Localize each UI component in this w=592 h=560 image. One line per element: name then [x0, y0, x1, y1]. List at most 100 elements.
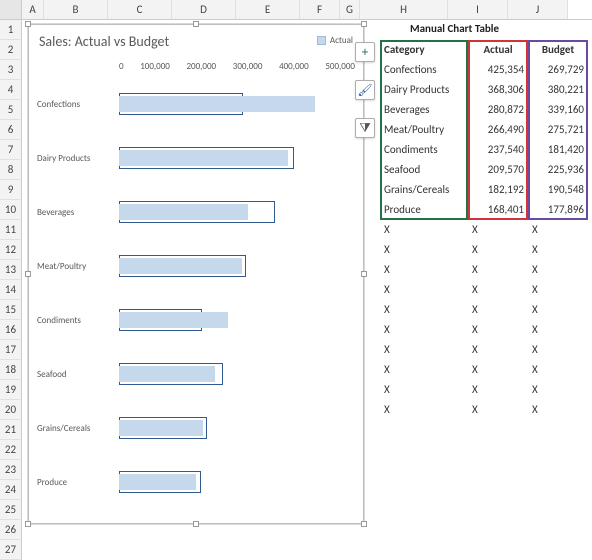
table-row-placeholder[interactable]: XXX — [380, 360, 590, 380]
row-header-8[interactable]: 8 — [0, 160, 22, 180]
cell-category[interactable]: Seafood — [380, 160, 468, 180]
row-header-21[interactable]: 21 — [0, 420, 22, 440]
cell-placeholder[interactable]: X — [468, 400, 528, 420]
bar-actual[interactable] — [119, 312, 228, 328]
chart-styles-button[interactable]: 🖌 — [355, 80, 375, 100]
cell-placeholder[interactable]: X — [380, 400, 468, 420]
row-header-9[interactable]: 9 — [0, 180, 22, 200]
bar-actual[interactable] — [119, 474, 196, 490]
cell-actual[interactable]: 280,872 — [468, 100, 528, 120]
table-row-placeholder[interactable]: XXX — [380, 340, 590, 360]
row-header-23[interactable]: 23 — [0, 460, 22, 480]
table-row-placeholder[interactable]: XXX — [380, 320, 590, 340]
resize-handle[interactable] — [25, 521, 31, 527]
bar-actual[interactable] — [119, 96, 315, 112]
col-header-I[interactable]: I — [448, 0, 508, 19]
row-header-25[interactable]: 25 — [0, 500, 22, 520]
bar-actual[interactable] — [119, 204, 248, 220]
cell-placeholder[interactable]: X — [380, 220, 468, 240]
row-header-18[interactable]: 18 — [0, 360, 22, 380]
table-row-placeholder[interactable]: XXX — [380, 260, 590, 280]
cell-category[interactable]: Condiments — [380, 140, 468, 160]
cell-actual[interactable]: 266,490 — [468, 120, 528, 140]
row-header-27[interactable]: 27 — [0, 540, 22, 560]
table-row[interactable]: Condiments237,540181,420 — [380, 140, 590, 160]
table-row[interactable]: Meat/Poultry266,490275,721 — [380, 120, 590, 140]
col-header-C[interactable]: C — [108, 0, 172, 19]
chart-title[interactable]: Sales: Actual vs Budget — [39, 33, 169, 50]
row-header-17[interactable]: 17 — [0, 340, 22, 360]
cell-placeholder[interactable]: X — [528, 280, 588, 300]
cell-budget[interactable]: 339,160 — [528, 100, 588, 120]
table-row[interactable]: Grains/Cereals182,192190,548 — [380, 180, 590, 200]
row-header-11[interactable]: 11 — [0, 220, 22, 240]
row-header-2[interactable]: 2 — [0, 40, 22, 60]
cell-category[interactable]: Meat/Poultry — [380, 120, 468, 140]
row-header-12[interactable]: 12 — [0, 240, 22, 260]
row-header-7[interactable]: 7 — [0, 140, 22, 160]
cell-placeholder[interactable]: X — [468, 340, 528, 360]
cell-placeholder[interactable]: X — [468, 380, 528, 400]
chart-legend[interactable]: Actual — [317, 35, 353, 46]
resize-handle[interactable] — [25, 271, 31, 277]
row-header-3[interactable]: 3 — [0, 60, 22, 80]
cell-placeholder[interactable]: X — [380, 280, 468, 300]
col-header-G[interactable]: G — [340, 0, 360, 19]
cell-actual[interactable]: 182,192 — [468, 180, 528, 200]
table-row-placeholder[interactable]: XXX — [380, 400, 590, 420]
cell-placeholder[interactable]: X — [468, 280, 528, 300]
chart-element-add-button[interactable]: + — [355, 42, 375, 62]
cell-placeholder[interactable]: X — [468, 300, 528, 320]
worksheet-grid[interactable]: Sales: Actual vs Budget Actual 0 100,000… — [22, 20, 592, 542]
row-header-10[interactable]: 10 — [0, 200, 22, 220]
cell-budget[interactable]: 225,936 — [528, 160, 588, 180]
row-header-5[interactable]: 5 — [0, 100, 22, 120]
cell-actual[interactable]: 237,540 — [468, 140, 528, 160]
embedded-chart[interactable]: Sales: Actual vs Budget Actual 0 100,000… — [28, 24, 364, 524]
cell-budget[interactable]: 181,420 — [528, 140, 588, 160]
header-budget[interactable]: Budget — [528, 40, 588, 60]
row-header-26[interactable]: 26 — [0, 520, 22, 540]
select-all-corner[interactable] — [0, 0, 22, 19]
cell-placeholder[interactable]: X — [380, 360, 468, 380]
cell-placeholder[interactable]: X — [380, 300, 468, 320]
cell-actual[interactable]: 425,354 — [468, 60, 528, 80]
cell-placeholder[interactable]: X — [528, 360, 588, 380]
col-header-J[interactable]: J — [508, 0, 568, 19]
table-row[interactable]: Dairy Products368,306380,221 — [380, 80, 590, 100]
bar-actual[interactable] — [119, 150, 288, 166]
cell-budget[interactable]: 275,721 — [528, 120, 588, 140]
cell-placeholder[interactable]: X — [380, 260, 468, 280]
row-header-4[interactable]: 4 — [0, 80, 22, 100]
bar-actual[interactable] — [119, 420, 203, 436]
table-row-placeholder[interactable]: XXX — [380, 220, 590, 240]
cell-budget[interactable]: 177,896 — [528, 200, 588, 220]
cell-placeholder[interactable]: X — [528, 400, 588, 420]
col-header-E[interactable]: E — [236, 0, 300, 19]
resize-handle[interactable] — [361, 21, 367, 27]
cell-category[interactable]: Confections — [380, 60, 468, 80]
cell-category[interactable]: Beverages — [380, 100, 468, 120]
row-header-20[interactable]: 20 — [0, 400, 22, 420]
chart-plot-area[interactable]: ConfectionsDairy ProductsBeveragesMeat/P… — [37, 79, 355, 513]
table-row-placeholder[interactable]: XXX — [380, 280, 590, 300]
cell-placeholder[interactable]: X — [528, 260, 588, 280]
cell-actual[interactable]: 368,306 — [468, 80, 528, 100]
cell-category[interactable]: Produce — [380, 200, 468, 220]
table-row-placeholder[interactable]: XXX — [380, 300, 590, 320]
cell-placeholder[interactable]: X — [380, 240, 468, 260]
cell-placeholder[interactable]: X — [528, 220, 588, 240]
cell-placeholder[interactable]: X — [380, 340, 468, 360]
table-row[interactable]: Beverages280,872339,160 — [380, 100, 590, 120]
cell-placeholder[interactable]: X — [468, 220, 528, 240]
cell-category[interactable]: Dairy Products — [380, 80, 468, 100]
row-header-14[interactable]: 14 — [0, 280, 22, 300]
cell-placeholder[interactable]: X — [528, 300, 588, 320]
col-header-A[interactable]: A — [22, 0, 44, 19]
resize-handle[interactable] — [361, 521, 367, 527]
header-category[interactable]: Category — [380, 40, 468, 60]
cell-placeholder[interactable]: X — [528, 320, 588, 340]
cell-category[interactable]: Grains/Cereals — [380, 180, 468, 200]
bar-actual[interactable] — [119, 366, 215, 382]
table-row[interactable]: Confections425,354269,729 — [380, 60, 590, 80]
